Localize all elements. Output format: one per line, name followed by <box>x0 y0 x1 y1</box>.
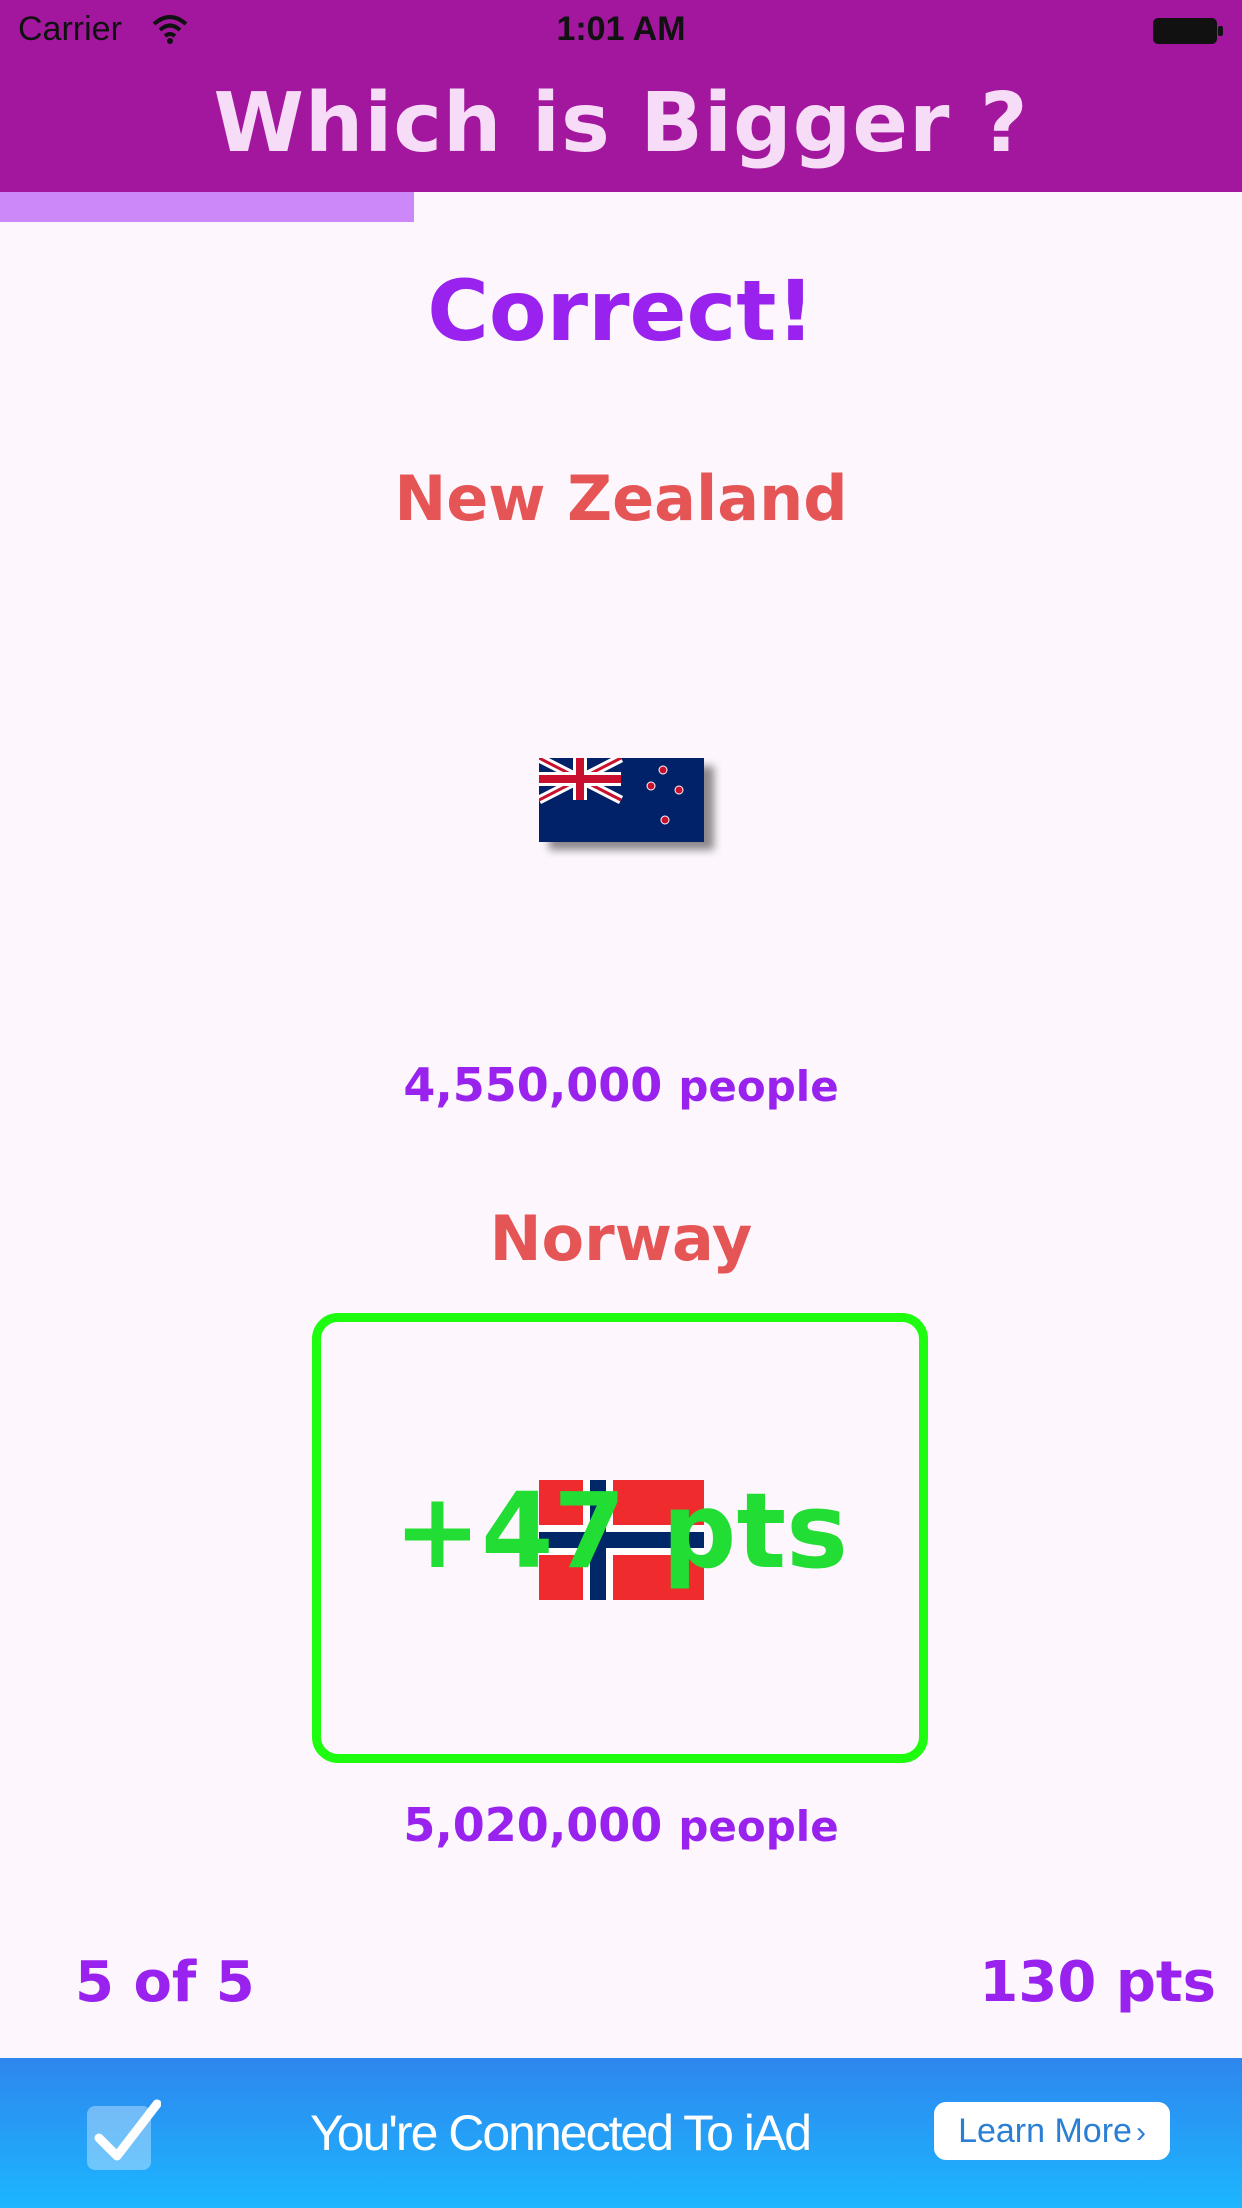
status-bar: Carrier 1:01 AM <box>0 0 1242 62</box>
new-zealand-flag-icon[interactable] <box>539 758 704 842</box>
country-b-name: Norway <box>489 1202 753 1275</box>
country-b-population: 5,020,000 people <box>0 1798 1242 1852</box>
progress-bar <box>0 192 1242 222</box>
ad-text: You're Connected To iAd <box>310 2105 812 2161</box>
score-total: 130 pts <box>979 1950 1216 2015</box>
question-progress: 5 of 5 <box>75 1950 255 2015</box>
country-a-name: New Zealand <box>394 462 848 535</box>
population-unit: people <box>678 1802 839 1851</box>
population-value: 4,550,000 <box>403 1058 663 1112</box>
chevron-right-icon: › <box>1135 2116 1146 2149</box>
checkmark-icon <box>87 2099 161 2170</box>
population-unit: people <box>678 1062 839 1111</box>
result-title: Correct! <box>427 262 815 360</box>
nav-bar: Which is Bigger ? <box>0 62 1242 192</box>
learn-more-label: Learn More <box>958 2112 1132 2150</box>
population-value: 5,020,000 <box>403 1798 663 1852</box>
country-a-population: 4,550,000 people <box>0 1058 1242 1112</box>
progress-fill <box>0 192 414 222</box>
page-title: Which is Bigger ? <box>213 76 1029 171</box>
learn-more-button[interactable]: Learn More › <box>934 2102 1170 2160</box>
battery-icon <box>1153 18 1223 44</box>
status-time: 1:01 AM <box>556 10 686 48</box>
ad-banner[interactable]: You're Connected To iAd Learn More › <box>0 2058 1242 2208</box>
points-gained: +47 pts <box>393 1470 849 1592</box>
